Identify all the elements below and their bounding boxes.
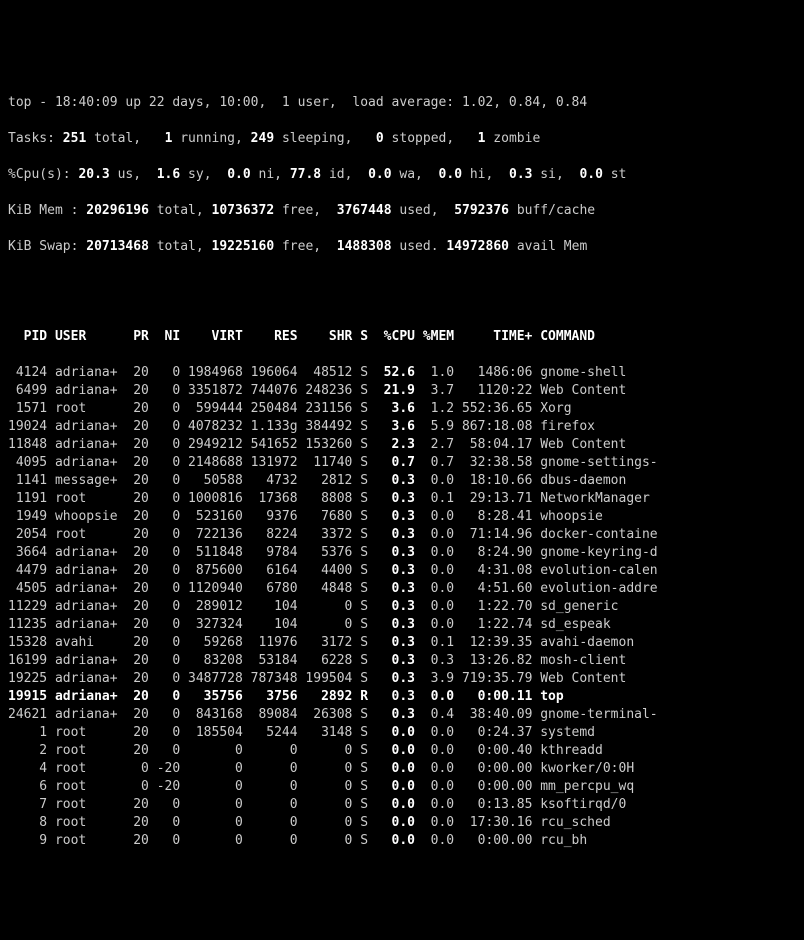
cpu-value: 0.3 bbox=[376, 527, 415, 542]
cpu-value: 21.9 bbox=[376, 383, 415, 398]
table-row: 3664 adriana+ 20 0 511848 9784 5376 S 0.… bbox=[8, 544, 796, 562]
cpu-value: 0.0 bbox=[376, 743, 415, 758]
cpu-value: 0.3 bbox=[376, 491, 415, 506]
table-row: 4124 adriana+ 20 0 1984968 196064 48512 … bbox=[8, 364, 796, 382]
table-row: 24621 adriana+ 20 0 843168 89084 26308 S… bbox=[8, 706, 796, 724]
cpu-value: 0.0 bbox=[376, 779, 415, 794]
summary-line-tasks: Tasks: 251 total, 1 running, 249 sleepin… bbox=[8, 130, 796, 148]
table-row: 1949 whoopsie 20 0 523160 9376 7680 S 0.… bbox=[8, 508, 796, 526]
cpu-value: 0.3 bbox=[376, 635, 415, 650]
table-row: 2054 root 20 0 722136 8224 3372 S 0.3 0.… bbox=[8, 526, 796, 544]
cpu-value: 0.3 bbox=[376, 473, 415, 488]
table-row: 15328 avahi 20 0 59268 11976 3172 S 0.3 … bbox=[8, 634, 796, 652]
cpu-value: 0.0 bbox=[376, 725, 415, 740]
table-row: 19225 adriana+ 20 0 3487728 787348 19950… bbox=[8, 670, 796, 688]
cpu-value: 2.3 bbox=[376, 437, 415, 452]
table-row: 1141 message+ 20 0 50588 4732 2812 S 0.3… bbox=[8, 472, 796, 490]
table-row: 16199 adriana+ 20 0 83208 53184 6228 S 0… bbox=[8, 652, 796, 670]
table-row: 1 root 20 0 185504 5244 3148 S 0.0 0.0 0… bbox=[8, 724, 796, 742]
cpu-value: 0.7 bbox=[376, 455, 415, 470]
cpu-value: 0.0 bbox=[376, 797, 415, 812]
cpu-value: 0.3 bbox=[376, 509, 415, 524]
table-row: 1191 root 20 0 1000816 17368 8808 S 0.3 … bbox=[8, 490, 796, 508]
summary-line-cpu: %Cpu(s): 20.3 us, 1.6 sy, 0.0 ni, 77.8 i… bbox=[8, 166, 796, 184]
cpu-value: 0.3 bbox=[376, 671, 415, 686]
cpu-value: 3.6 bbox=[376, 419, 415, 434]
cpu-value: 3.6 bbox=[376, 401, 415, 416]
cpu-value: 0.3 bbox=[376, 563, 415, 578]
cpu-value: 52.6 bbox=[376, 365, 415, 380]
cpu-value: 0.0 bbox=[376, 833, 415, 848]
cpu-value: 0.0 bbox=[376, 761, 415, 776]
summary-block: top - 18:40:09 up 22 days, 10:00, 1 user… bbox=[8, 76, 796, 274]
table-row: 19915 adriana+ 20 0 35756 3756 2892 R 0.… bbox=[8, 688, 796, 706]
table-row: 11235 adriana+ 20 0 327324 104 0 S 0.3 0… bbox=[8, 616, 796, 634]
cpu-value: 0.3 bbox=[376, 599, 415, 614]
table-row: 4095 adriana+ 20 0 2148688 131972 11740 … bbox=[8, 454, 796, 472]
cpu-value: 0.0 bbox=[376, 815, 415, 830]
table-row: 7 root 20 0 0 0 0 S 0.0 0.0 0:13.85 ksof… bbox=[8, 796, 796, 814]
table-row: 8 root 20 0 0 0 0 S 0.0 0.0 17:30.16 rcu… bbox=[8, 814, 796, 832]
cpu-value: 0.3 bbox=[376, 581, 415, 596]
table-row: 1571 root 20 0 599444 250484 231156 S 3.… bbox=[8, 400, 796, 418]
table-row: 4479 adriana+ 20 0 875600 6164 4400 S 0.… bbox=[8, 562, 796, 580]
table-row: 6499 adriana+ 20 0 3351872 744076 248236… bbox=[8, 382, 796, 400]
summary-line-mem: KiB Mem : 20296196 total, 10736372 free,… bbox=[8, 202, 796, 220]
table-row: 6 root 0 -20 0 0 0 S 0.0 0.0 0:00.00 mm_… bbox=[8, 778, 796, 796]
table-row: 11848 adriana+ 20 0 2949212 541652 15326… bbox=[8, 436, 796, 454]
cpu-value: 0.3 bbox=[376, 545, 415, 560]
cpu-value: 0.3 bbox=[376, 653, 415, 668]
summary-line-uptime: top - 18:40:09 up 22 days, 10:00, 1 user… bbox=[8, 94, 796, 112]
column-header-row[interactable]: PID USER PR NI VIRT RES SHR S %CPU %MEM … bbox=[8, 328, 796, 346]
terminal-top-output[interactable]: { "summary": { "line1_raw": "top - 18:40… bbox=[0, 0, 804, 583]
table-row: 19024 adriana+ 20 0 4078232 1.133g 38449… bbox=[8, 418, 796, 436]
table-row: 4 root 0 -20 0 0 0 S 0.0 0.0 0:00.00 kwo… bbox=[8, 760, 796, 778]
process-table: 4124 adriana+ 20 0 1984968 196064 48512 … bbox=[8, 364, 796, 850]
summary-line-swap: KiB Swap: 20713468 total, 19225160 free,… bbox=[8, 238, 796, 256]
table-row: 11229 adriana+ 20 0 289012 104 0 S 0.3 0… bbox=[8, 598, 796, 616]
cpu-value: 0.3 bbox=[376, 617, 415, 632]
cpu-value: 0.3 bbox=[376, 707, 415, 722]
table-row: 9 root 20 0 0 0 0 S 0.0 0.0 0:00.00 rcu_… bbox=[8, 832, 796, 850]
table-row: 2 root 20 0 0 0 0 S 0.0 0.0 0:00.40 kthr… bbox=[8, 742, 796, 760]
